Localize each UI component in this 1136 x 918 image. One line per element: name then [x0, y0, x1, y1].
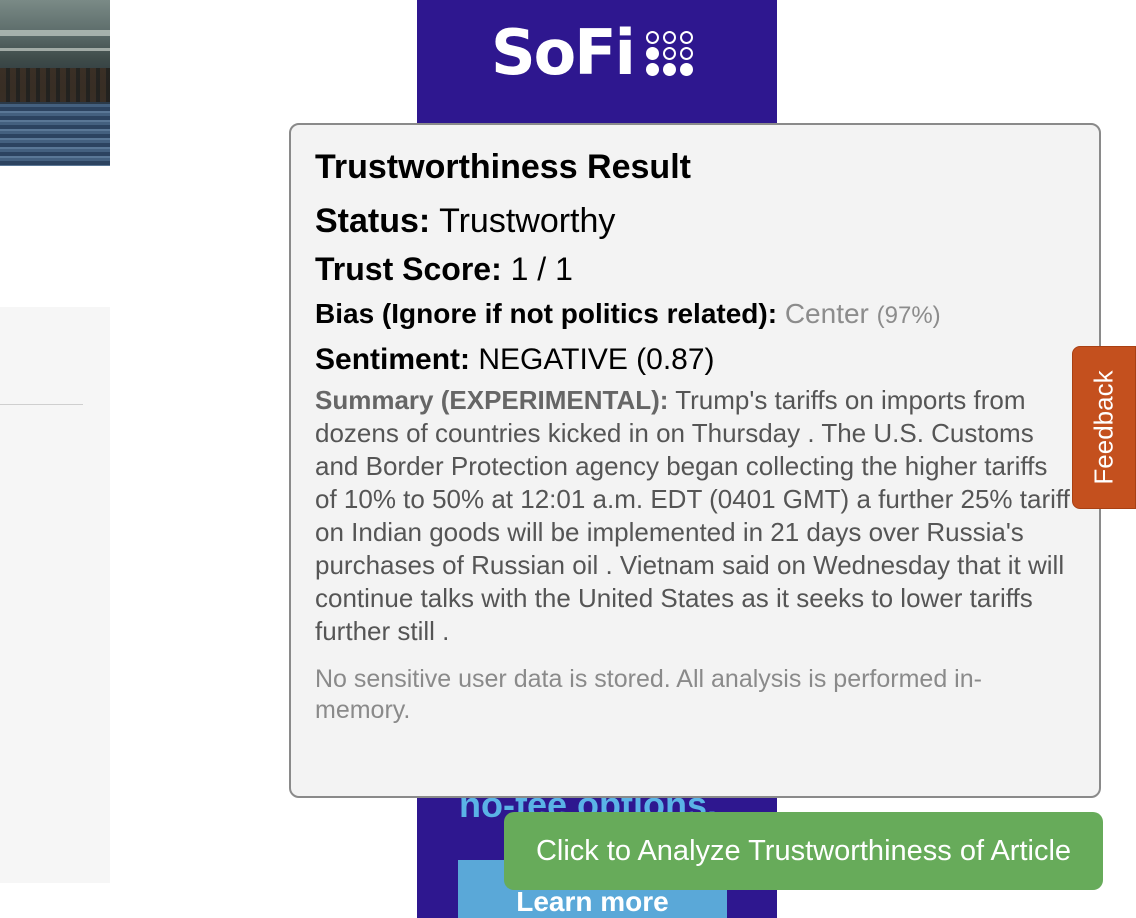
bias-value: Center [784, 298, 869, 329]
sofi-logo-text: SoFi [491, 16, 636, 89]
sofi-logo-dots-icon [645, 30, 694, 76]
summary-block: Summary (EXPERIMENTAL): Trump's tariffs … [315, 384, 1075, 648]
feedback-label: Feedback [1088, 370, 1119, 485]
photo-railing-lower [0, 48, 110, 51]
status-label: Status: [315, 202, 431, 240]
photo-water [0, 104, 110, 166]
sentiment-label: Sentiment: [315, 343, 471, 376]
status-value: Trustworthy [439, 202, 616, 240]
trust-score-label: Trust Score: [315, 251, 502, 287]
trust-score-value: 1 / 1 [510, 251, 573, 287]
analyze-trustworthiness-button[interactable]: Click to Analyze Trustworthiness of Arti… [504, 812, 1103, 890]
feedback-tab[interactable]: Feedback [1072, 346, 1136, 509]
photo-railing [0, 30, 110, 36]
sidebar-divider [0, 404, 83, 405]
sentiment-value: NEGATIVE (0.87) [478, 343, 715, 376]
summary-label: Summary (EXPERIMENTAL): [315, 385, 669, 415]
status-row: Status: Trustworthy [315, 201, 1075, 241]
privacy-note: No sensitive user data is stored. All an… [315, 665, 982, 724]
sofi-logo: SoFi [491, 18, 694, 88]
bias-label: Bias (Ignore if not politics related): [315, 298, 778, 329]
summary-text: Trump's tariffs on imports from dozens o… [315, 385, 1070, 646]
photo-pier [0, 68, 110, 102]
trust-score-row: Trust Score: 1 / 1 [315, 250, 1075, 288]
article-photo [0, 0, 110, 166]
sidebar-panel [0, 307, 110, 883]
sentiment-row: Sentiment: NEGATIVE (0.87) [315, 342, 1075, 378]
bias-row: Bias (Ignore if not politics related): C… [315, 296, 1075, 334]
popover-title: Trustworthiness Result [315, 148, 691, 186]
bias-confidence: (97%) [876, 302, 941, 329]
trustworthiness-popover: Trustworthiness Result Status: Trustwort… [289, 123, 1101, 798]
